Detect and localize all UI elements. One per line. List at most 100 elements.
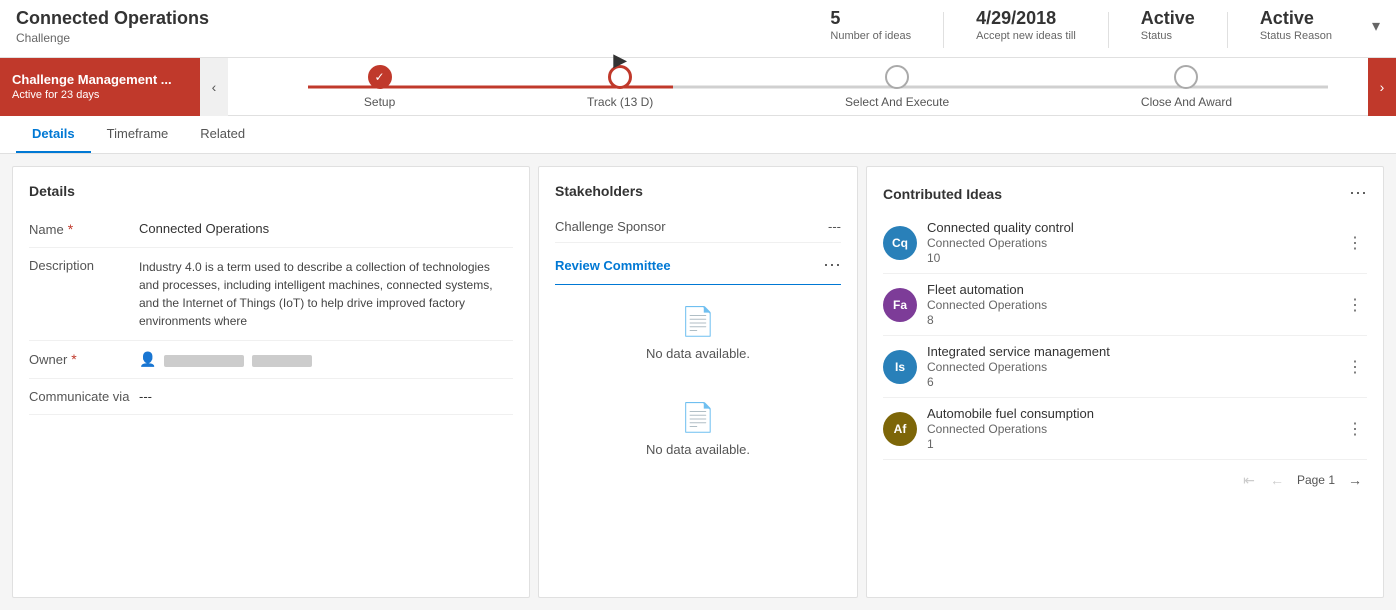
meta-date: 4/29/2018 Accept new ideas till [976,8,1076,42]
contributed-menu-button[interactable]: ⋯ [1349,183,1367,204]
idea-subtitle-af: Connected Operations [927,422,1343,436]
idea-subtitle-is: Connected Operations [927,360,1343,374]
meta-ideas-label: Number of ideas [830,30,911,42]
step-circle-track: ▶ [608,65,632,89]
pagination-first-button[interactable]: ⇤ [1237,468,1261,492]
idea-menu-button-is[interactable]: ⋮ [1343,357,1367,377]
idea-subtitle-fa: Connected Operations [927,298,1343,312]
step-select: Select And Execute [845,65,949,109]
meta-date-label: Accept new ideas till [976,30,1076,42]
field-description-value: Industry 4.0 is a term used to describe … [139,258,513,330]
no-data-text-2: No data available. [646,442,750,457]
step-close: Close And Award [1141,65,1232,109]
contributed-ideas-panel: Contributed Ideas ⋯ Cq Connected quality … [866,166,1384,598]
challenge-badge: Challenge Management ... Active for 23 d… [0,58,200,116]
step-circle-close [1174,65,1198,89]
ideas-list: Cq Connected quality controlConnected Ope… [883,212,1367,460]
challenge-badge-subtitle: Active for 23 days [12,89,188,101]
idea-avatar-cq: Cq [883,226,917,260]
field-communicate-label: Communicate via [29,389,139,404]
idea-avatar-is: Is [883,350,917,384]
idea-info-fa: Fleet automationConnected Operations8 [927,282,1343,327]
idea-menu-button-af[interactable]: ⋮ [1343,419,1367,439]
tab-related[interactable]: Related [184,116,261,153]
tab-details[interactable]: Details [16,116,91,153]
idea-row-is: Is Integrated service managementConnected… [883,336,1367,398]
details-panel-title: Details [29,183,513,199]
owner-blurred-1 [164,355,244,367]
owner-person-icon: 👤 [139,351,156,367]
meta-divider-3 [1227,12,1228,48]
field-communicate-row: Communicate via --- [29,379,513,415]
progress-track: ✓ Setup ▶ Track (13 D) Select And Execut… [228,65,1368,109]
idea-count-af: 1 [927,437,1343,451]
step-label-setup: Setup [364,95,395,109]
review-committee-title: Review Committee [555,258,671,273]
meta-ideas-value: 5 [830,8,911,29]
idea-subtitle-cq: Connected Operations [927,236,1343,250]
sponsor-label: Challenge Sponsor [555,219,666,234]
meta-status-label: Status [1141,30,1195,42]
idea-count-cq: 10 [927,251,1343,265]
field-name-row: Name * Connected Operations [29,211,513,248]
pagination: ⇤ ← Page 1 → [883,460,1367,492]
pagination-prev-button[interactable]: ← [1265,468,1289,492]
meta-status-reason: Active Status Reason [1260,8,1332,42]
review-committee-menu-button[interactable]: ⋯ [823,255,841,276]
idea-title-fa: Fleet automation [927,282,1343,297]
idea-row-af: Af Automobile fuel consumptionConnected O… [883,398,1367,460]
step-track: ▶ Track (13 D) [587,65,653,109]
meta-ideas: 5 Number of ideas [830,8,911,42]
idea-avatar-fa: Fa [883,288,917,322]
sponsor-row: Challenge Sponsor --- [555,211,841,243]
meta-divider-2 [1108,12,1109,48]
field-owner-required: * [71,351,76,367]
meta-status-value: Active [1141,8,1195,29]
no-data-text-1: No data available. [646,346,750,361]
idea-count-fa: 8 [927,313,1343,327]
meta-status-reason-label: Status Reason [1260,30,1332,42]
page-subtitle: Challenge [16,31,830,45]
idea-info-is: Integrated service managementConnected O… [927,344,1343,389]
idea-avatar-af: Af [883,412,917,446]
field-owner-row: Owner * 👤 [29,341,513,379]
pagination-next-button[interactable]: → [1343,468,1367,492]
step-label-track: Track (13 D) [587,95,653,109]
pagination-label: Page 1 [1293,473,1339,487]
contributed-header: Contributed Ideas ⋯ [883,183,1367,204]
step-label-close: Close And Award [1141,95,1232,109]
field-description-row: Description Industry 4.0 is a term used … [29,248,513,341]
progress-section: Challenge Management ... Active for 23 d… [0,58,1396,116]
idea-menu-button-fa[interactable]: ⋮ [1343,295,1367,315]
idea-info-af: Automobile fuel consumptionConnected Ope… [927,406,1343,451]
progress-next-button[interactable]: › [1368,58,1396,116]
main-content: Details Name * Connected Operations Desc… [0,154,1396,610]
idea-info-cq: Connected quality controlConnected Opera… [927,220,1343,265]
step-circle-setup: ✓ [368,65,392,89]
no-data-icon-1: 📄 [681,305,716,338]
idea-title-is: Integrated service management [927,344,1343,359]
field-owner-label: Owner * [29,351,139,367]
idea-count-is: 6 [927,375,1343,389]
idea-menu-button-cq[interactable]: ⋮ [1343,233,1367,253]
step-label-select: Select And Execute [845,95,949,109]
details-panel: Details Name * Connected Operations Desc… [12,166,530,598]
field-owner-value: 👤 [139,351,513,368]
field-description-label: Description [29,258,139,273]
tab-timeframe[interactable]: Timeframe [91,116,185,153]
meta-status-reason-value: Active [1260,8,1332,29]
tabs-section: Details Timeframe Related [0,116,1396,154]
review-no-data: 📄 No data available. [555,285,841,381]
progress-prev-button[interactable]: ‹ [200,58,228,116]
meta-date-value: 4/29/2018 [976,8,1076,29]
sponsor-value: --- [828,219,841,234]
stakeholders-panel: Stakeholders Challenge Sponsor --- Revie… [538,166,858,598]
header-dropdown-icon[interactable]: ▾ [1372,16,1380,36]
page-title: Connected Operations [16,8,830,29]
header-title-block: Connected Operations Challenge [16,8,830,45]
field-name-value: Connected Operations [139,221,513,236]
page-header: Connected Operations Challenge 5 Number … [0,0,1396,58]
contributed-panel-title: Contributed Ideas [883,186,1002,202]
field-name-required: * [68,221,73,237]
sponsor-no-data: 📄 No data available. [555,381,841,477]
